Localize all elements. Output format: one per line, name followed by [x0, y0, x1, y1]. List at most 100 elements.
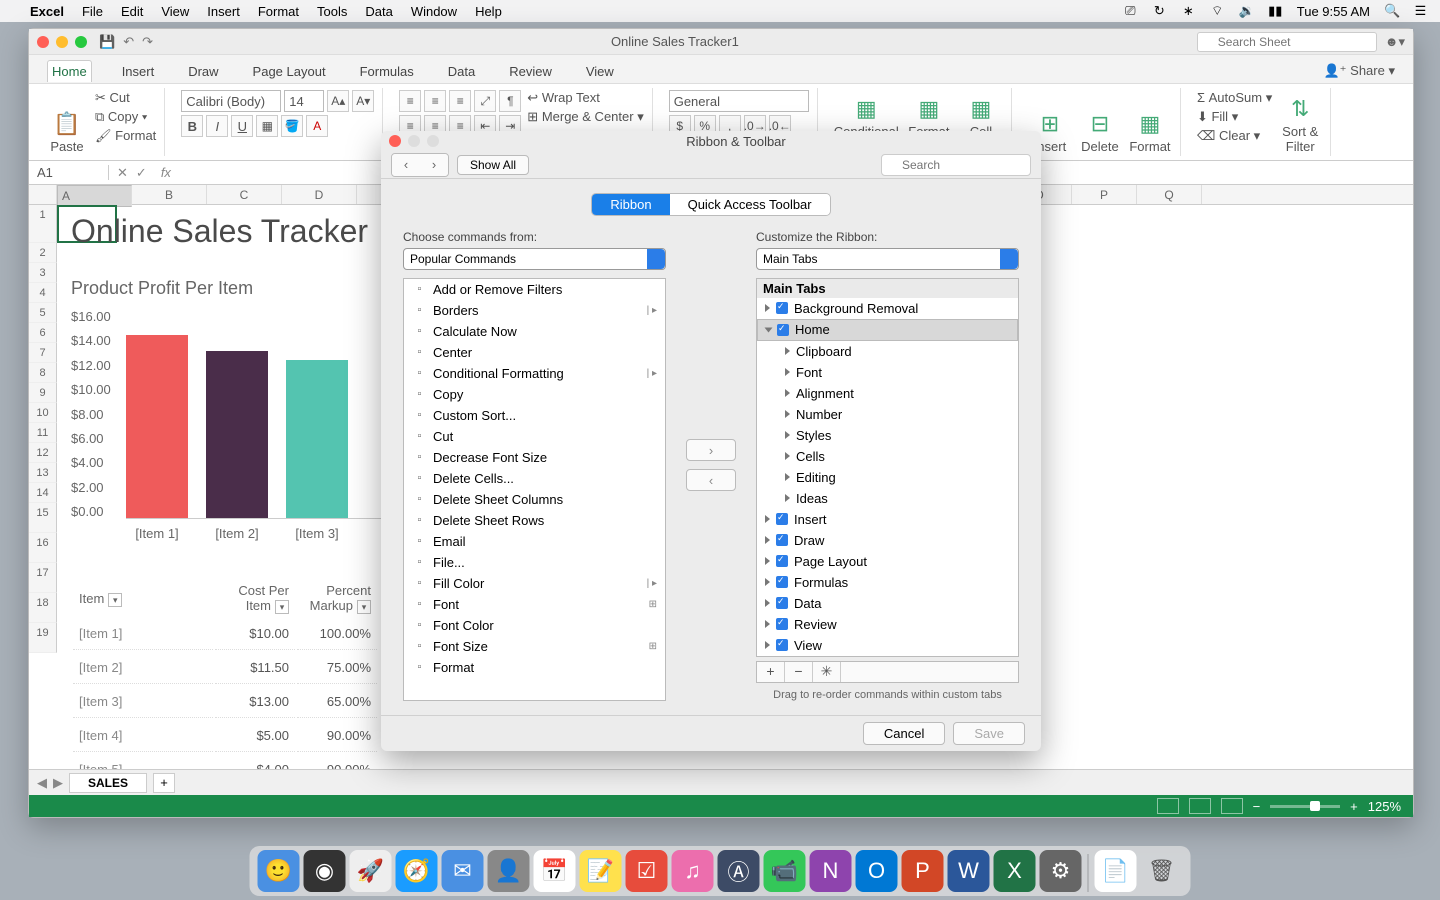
customize-target-select[interactable]: Main Tabs	[756, 248, 1019, 270]
command-item[interactable]: ▫Delete Sheet Columns	[404, 489, 665, 510]
tab-review[interactable]: Review	[505, 61, 556, 82]
tree-item[interactable]: Insert	[757, 509, 1018, 530]
filter-icon[interactable]: ▾	[108, 593, 122, 607]
tab-formulas[interactable]: Formulas	[356, 61, 418, 82]
orientation-icon[interactable]: ⤢	[474, 90, 496, 112]
copy-button[interactable]: ⧉ Copy ▾	[95, 109, 156, 125]
command-item[interactable]: ▫Email	[404, 531, 665, 552]
row-head[interactable]: 4	[29, 283, 57, 303]
row-head[interactable]: 14	[29, 483, 57, 503]
row-head[interactable]: 7	[29, 343, 57, 363]
add-sheet-button[interactable]: +	[153, 773, 175, 793]
command-item[interactable]: ▫Copy	[404, 384, 665, 405]
table-row[interactable]: [Item 3]$13.0065.00%	[73, 686, 377, 718]
fill-color-button[interactable]: 🪣	[281, 115, 303, 137]
tree-item-home[interactable]: Home	[757, 319, 1018, 341]
tab-insert[interactable]: Insert	[118, 61, 159, 82]
tab-data[interactable]: Data	[444, 61, 479, 82]
menu-window[interactable]: Window	[411, 4, 457, 19]
filter-icon[interactable]: ▾	[357, 600, 371, 614]
dock-launchpad-icon[interactable]: 🚀	[350, 850, 392, 892]
italic-button[interactable]: I	[206, 115, 228, 137]
sort-filter-button[interactable]: ⇅Sort & Filter	[1278, 90, 1322, 154]
increase-font-icon[interactable]: A▴	[327, 90, 349, 112]
dock-onenote-icon[interactable]: N	[810, 850, 852, 892]
fill-button[interactable]: ⬇ Fill ▾	[1197, 109, 1272, 125]
command-item[interactable]: ▫Conditional Formatting| ▸	[404, 363, 665, 384]
tab-home[interactable]: Home	[47, 60, 92, 82]
command-item[interactable]: ▫Borders| ▸	[404, 300, 665, 321]
forward-button[interactable]: ›	[420, 154, 448, 176]
clock[interactable]: Tue 9:55 AM	[1297, 4, 1370, 19]
command-item[interactable]: ▫Center	[404, 342, 665, 363]
command-item[interactable]: ▫Fill Color| ▸	[404, 573, 665, 594]
paste-button[interactable]: 📋Paste	[45, 90, 89, 154]
zoom-level[interactable]: 125%	[1368, 799, 1401, 814]
battery-icon[interactable]: ▮▮	[1268, 3, 1283, 19]
dock-mail-icon[interactable]: ✉	[442, 850, 484, 892]
dock-outlook-icon[interactable]: O	[856, 850, 898, 892]
bluetooth-icon[interactable]: ∗	[1181, 3, 1196, 19]
format-cells-button[interactable]: ▦Format	[1128, 90, 1172, 154]
command-item[interactable]: ▫Format	[404, 657, 665, 678]
dock-trash-icon[interactable]: 🗑	[1141, 850, 1183, 892]
dock-notes-icon[interactable]: 📝	[580, 850, 622, 892]
number-format-select[interactable]: General	[669, 90, 809, 112]
timemachine-icon[interactable]: ↻	[1152, 3, 1167, 19]
menu-view[interactable]: View	[161, 4, 189, 19]
command-item[interactable]: ▫Delete Cells...	[404, 468, 665, 489]
zoom-slider[interactable]	[1270, 805, 1340, 808]
ribbon-tree[interactable]: Main Tabs Background Removal Home Clipbo…	[756, 278, 1019, 657]
seg-tab-qat[interactable]: Quick Access Toolbar	[670, 194, 830, 215]
dock-word-icon[interactable]: W	[948, 850, 990, 892]
row-head[interactable]: 15	[29, 503, 57, 533]
row-head[interactable]: 13	[29, 463, 57, 483]
delete-cells-button[interactable]: ⊟Delete	[1078, 90, 1122, 154]
tree-item[interactable]: Draw	[757, 530, 1018, 551]
menu-file[interactable]: File	[82, 4, 103, 19]
view-layout-icon[interactable]	[1189, 798, 1211, 814]
row-head[interactable]: 16	[29, 533, 57, 563]
remove-command-button[interactable]: ‹	[686, 469, 736, 491]
search-sheet-input[interactable]	[1197, 32, 1377, 52]
share-button[interactable]: 👤⁺ Share ▾	[1323, 63, 1395, 79]
table-row[interactable]: [Item 4]$5.0090.00%	[73, 720, 377, 752]
settings-tab-button[interactable]: ✳	[813, 662, 841, 682]
tree-item[interactable]: Page Layout	[757, 551, 1018, 572]
font-size-select[interactable]: 14	[284, 90, 324, 112]
tree-item[interactable]: Data	[757, 593, 1018, 614]
font-color-button[interactable]: A	[306, 115, 328, 137]
undo-icon[interactable]: ↶	[123, 34, 134, 50]
tree-subitem[interactable]: Styles	[757, 425, 1018, 446]
sheet-prev-icon[interactable]: ◀	[37, 775, 47, 791]
commands-list[interactable]: ▫Add or Remove Filters▫Borders| ▸▫Calcul…	[403, 278, 666, 701]
filter-icon[interactable]: ▾	[275, 600, 289, 614]
col-head[interactable]: Q	[1137, 185, 1202, 204]
tree-item[interactable]: Review	[757, 614, 1018, 635]
user-menu-icon[interactable]: ☻▾	[1385, 34, 1405, 50]
border-button[interactable]: ▦	[256, 115, 278, 137]
show-all-button[interactable]: Show All	[457, 155, 529, 175]
row-head[interactable]: 9	[29, 383, 57, 403]
dock-music-icon[interactable]: ♫	[672, 850, 714, 892]
command-item[interactable]: ▫Font Color	[404, 615, 665, 636]
row-head[interactable]: 6	[29, 323, 57, 343]
menu-data[interactable]: Data	[365, 4, 392, 19]
menu-edit[interactable]: Edit	[121, 4, 143, 19]
align-top-icon[interactable]: ≡	[399, 90, 421, 112]
align-bottom-icon[interactable]: ≡	[449, 90, 471, 112]
dock-excel-icon[interactable]: X	[994, 850, 1036, 892]
col-head[interactable]: P	[1072, 185, 1137, 204]
zoom-window-button[interactable]	[75, 36, 87, 48]
minimize-window-button[interactable]	[56, 36, 68, 48]
underline-button[interactable]: U	[231, 115, 253, 137]
dock-powerpoint-icon[interactable]: P	[902, 850, 944, 892]
close-window-button[interactable]	[37, 36, 49, 48]
view-break-icon[interactable]	[1221, 798, 1243, 814]
dock-siri-icon[interactable]: ◉	[304, 850, 346, 892]
dock-facetime-icon[interactable]: 📹	[764, 850, 806, 892]
dock-doc-icon[interactable]: 📄	[1095, 850, 1137, 892]
cut-button[interactable]: ✂ Cut	[95, 90, 156, 106]
menu-format[interactable]: Format	[258, 4, 299, 19]
spotlight-icon[interactable]: 🔍	[1384, 3, 1399, 19]
